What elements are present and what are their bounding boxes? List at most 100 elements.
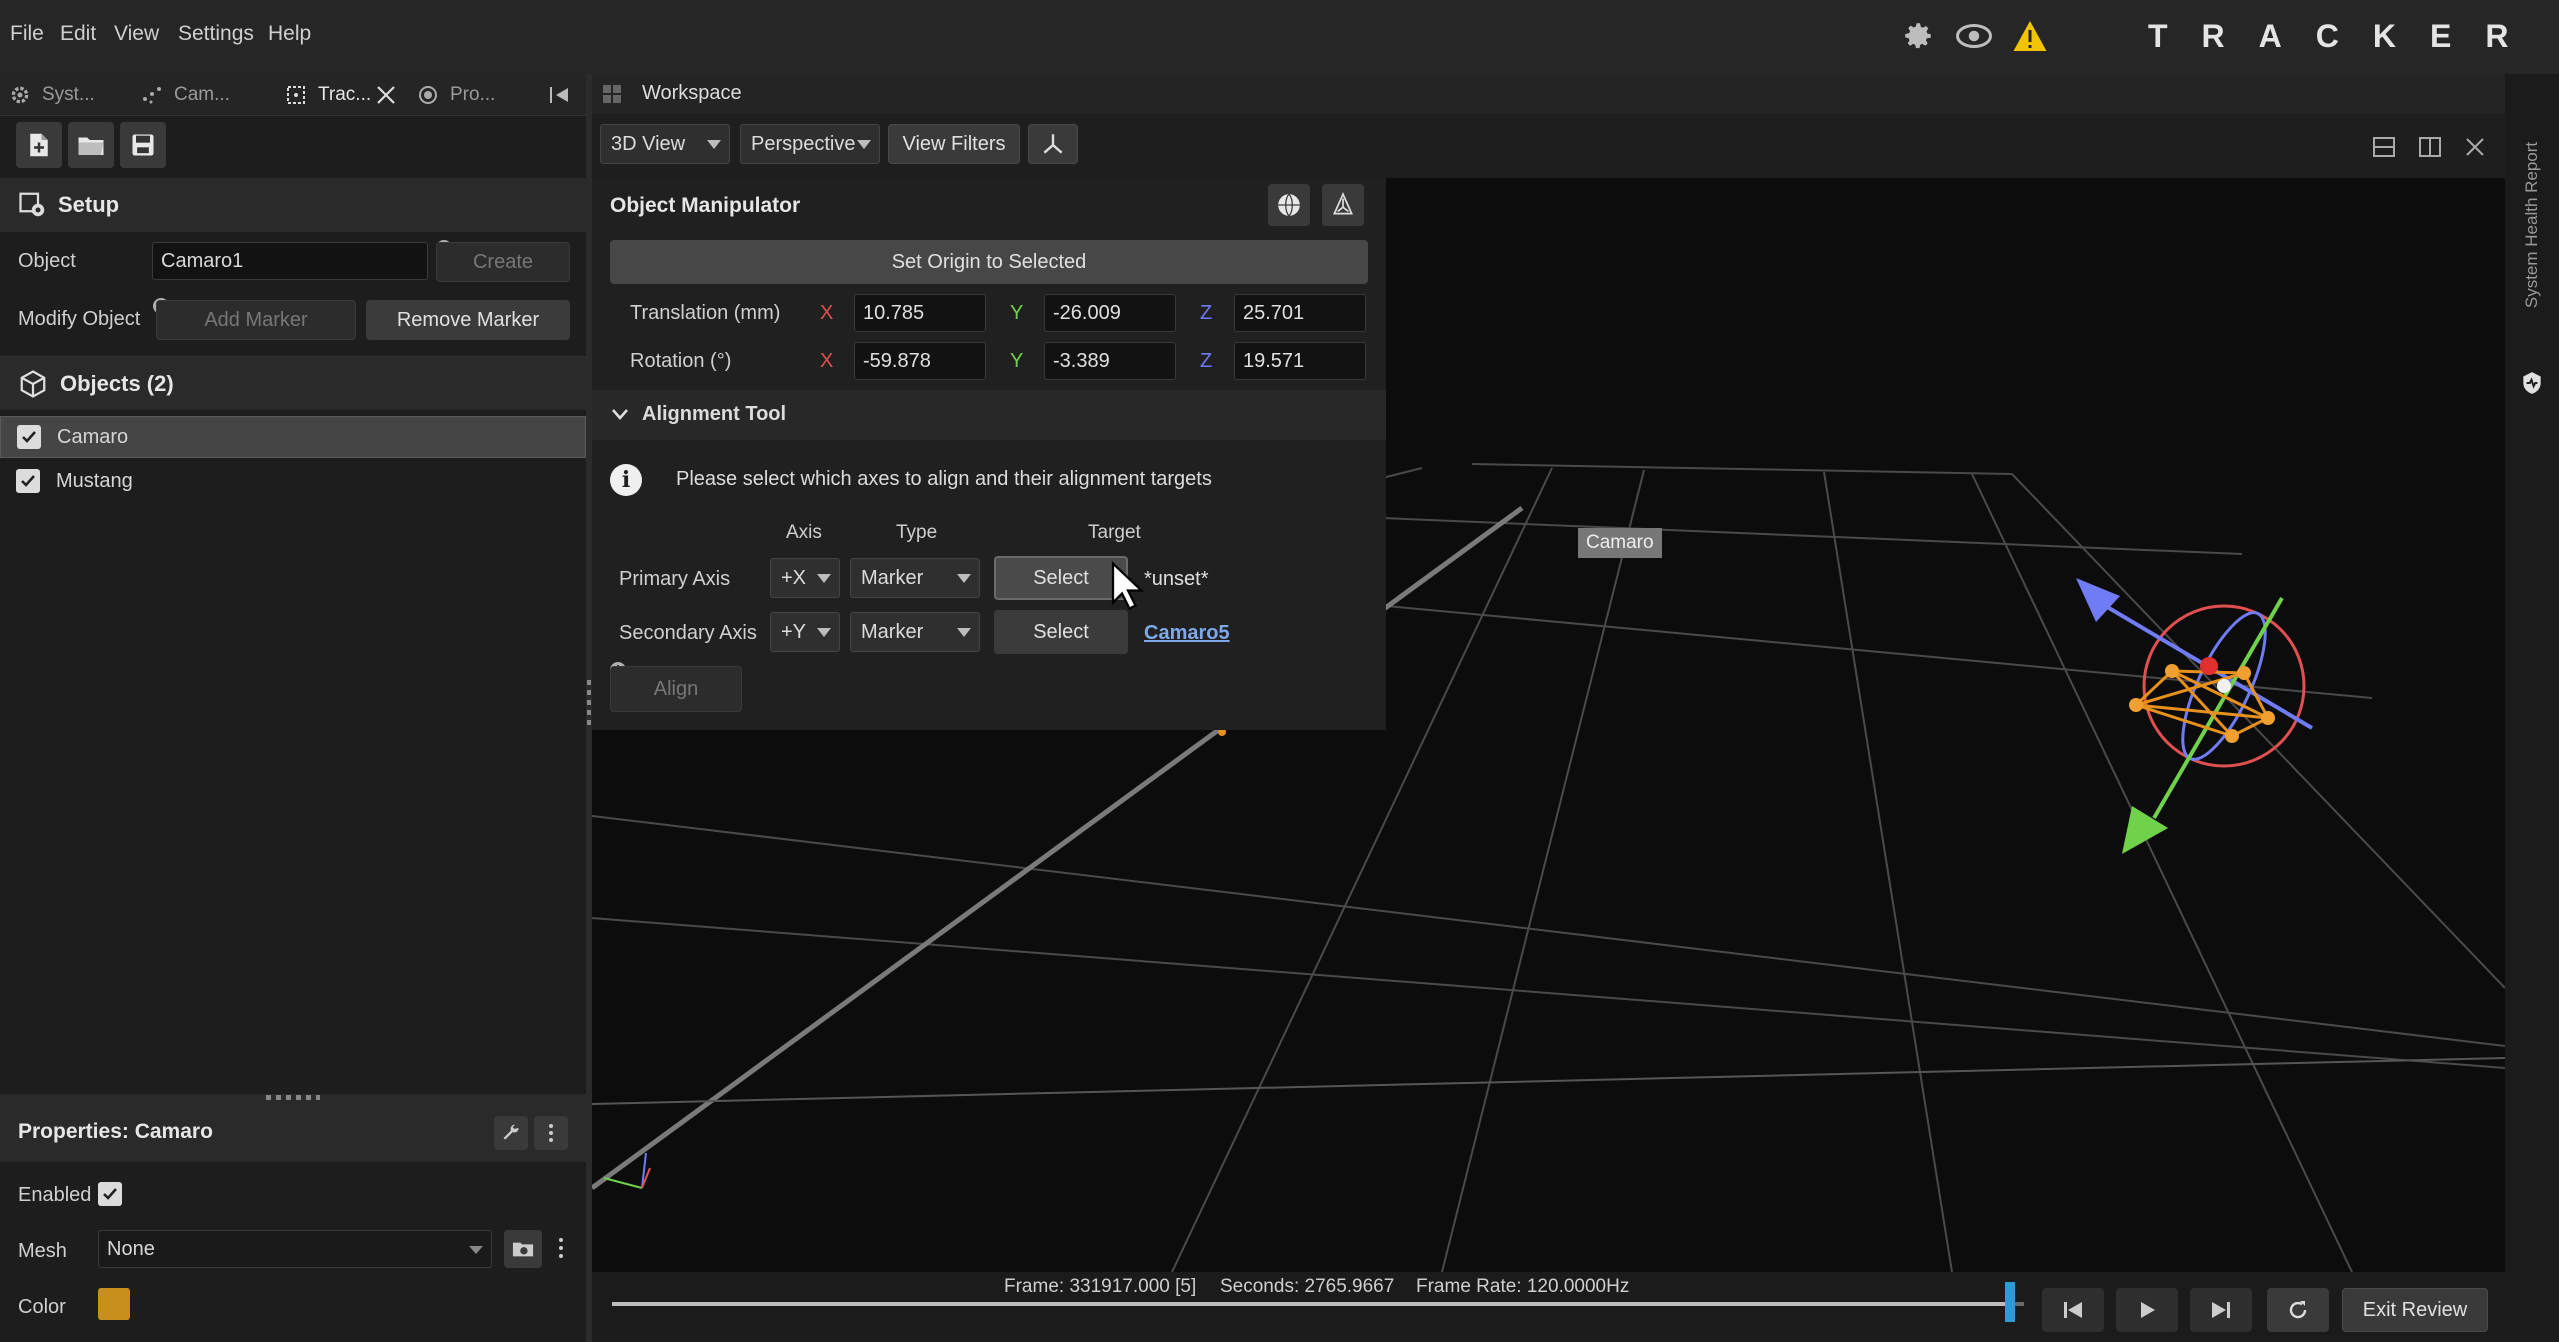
axis-x-label: X <box>820 350 834 372</box>
timeline-track[interactable] <box>612 1302 2024 1306</box>
mesh-select[interactable]: None <box>98 1230 492 1268</box>
tab-probe[interactable]: Pro... <box>416 74 526 116</box>
view-filters-button[interactable]: View Filters <box>888 124 1020 164</box>
object-list-label: Camaro <box>57 425 129 448</box>
3d-viewport[interactable]: Camaro Object Manipulator Set Origin to … <box>592 178 2505 1272</box>
skip-end-icon[interactable] <box>2190 1288 2252 1332</box>
objects-header: Objects (2) <box>0 356 586 410</box>
secondary-target-link[interactable]: Camaro5 <box>1144 622 1230 645</box>
tab-label: Syst... <box>42 84 95 105</box>
globe-icon[interactable] <box>1268 184 1310 226</box>
menu-settings[interactable]: Settings <box>178 22 254 46</box>
panel-splitter[interactable] <box>0 1094 586 1102</box>
add-marker-button[interactable]: Add Marker <box>156 300 356 340</box>
record-icon <box>416 83 440 107</box>
more-options-icon[interactable] <box>534 1116 568 1150</box>
setup-title: Setup <box>58 192 120 217</box>
browse-mesh-button[interactable] <box>504 1230 542 1268</box>
wrench-icon[interactable] <box>494 1116 528 1150</box>
axis-z-label: Z <box>1200 302 1213 324</box>
left-panel: Syst... Cam... Trac... Pro... Setup Obje… <box>0 74 586 1342</box>
axes-icon[interactable] <box>1028 124 1078 164</box>
primary-target-value: *unset* <box>1144 568 1209 590</box>
skip-start-icon[interactable] <box>2042 1288 2104 1332</box>
mesh-label: Mesh <box>18 1240 67 1262</box>
chevron-down-icon <box>610 404 630 424</box>
menu-help[interactable]: Help <box>268 22 311 46</box>
tab-system[interactable]: Syst... <box>8 74 136 116</box>
play-icon[interactable] <box>2116 1288 2178 1332</box>
create-button[interactable]: Create <box>436 242 570 282</box>
axis-y-label: Y <box>1010 350 1024 372</box>
local-axes-icon[interactable] <box>1322 184 1364 226</box>
object-manipulator-panel: Object Manipulator Set Origin to Selecte… <box>592 178 1386 730</box>
split-vertical-icon[interactable] <box>2418 136 2442 158</box>
checkbox-mustang[interactable] <box>16 469 40 493</box>
align-button[interactable]: Align <box>610 666 742 712</box>
projection-select[interactable]: Perspective <box>740 124 880 164</box>
translation-x-field[interactable]: 10.785 <box>854 294 986 332</box>
alignment-tool-header[interactable]: Alignment Tool <box>592 390 1386 440</box>
gear-icon <box>8 83 32 107</box>
split-horizontal-icon[interactable] <box>2372 136 2396 158</box>
rotation-y-field[interactable]: -3.389 <box>1044 342 1176 380</box>
tab-cameras[interactable]: Cam... <box>140 74 270 116</box>
chevron-down-icon <box>469 1246 483 1254</box>
object-name-field[interactable]: Camaro1 <box>152 242 428 280</box>
color-swatch[interactable] <box>98 1288 130 1320</box>
remove-marker-button[interactable]: Remove Marker <box>366 300 570 340</box>
secondary-type-value: Marker <box>861 620 924 643</box>
chevron-down-icon <box>817 574 831 583</box>
eye-icon[interactable] <box>1952 14 1996 58</box>
color-label: Color <box>18 1296 66 1318</box>
tab-label: Pro... <box>450 84 496 105</box>
new-file-button[interactable] <box>16 122 62 168</box>
enabled-label: Enabled <box>18 1184 92 1206</box>
primary-select-button[interactable]: Select <box>994 556 1128 600</box>
workspace-tab[interactable]: Workspace <box>642 82 742 105</box>
translation-z-field[interactable]: 25.701 <box>1234 294 1366 332</box>
tab-label: Cam... <box>174 84 230 105</box>
save-button[interactable] <box>120 122 166 168</box>
enabled-checkbox[interactable] <box>98 1182 122 1206</box>
health-report-icon[interactable] <box>2519 370 2545 396</box>
menu-view[interactable]: View <box>114 22 159 46</box>
set-origin-button[interactable]: Set Origin to Selected <box>610 240 1368 284</box>
checkbox-camaro[interactable] <box>17 425 41 449</box>
menu-file[interactable]: File <box>10 22 44 46</box>
exit-review-button[interactable]: Exit Review <box>2342 1288 2488 1332</box>
loop-icon[interactable] <box>2267 1288 2329 1332</box>
cube-icon <box>18 369 48 399</box>
alignment-info-text: Please select which axes to align and th… <box>676 468 1212 490</box>
close-icon[interactable] <box>374 83 398 107</box>
gear-icon[interactable] <box>1896 14 1940 58</box>
secondary-type-select[interactable]: Marker <box>850 612 980 652</box>
rotation-z-field[interactable]: 19.571 <box>1234 342 1366 380</box>
view-mode-select[interactable]: 3D View <box>600 124 730 164</box>
secondary-axis-select[interactable]: +Y <box>770 612 840 652</box>
more-options-icon[interactable] <box>558 1236 566 1262</box>
system-health-report-label: System Health Report <box>2522 141 2542 309</box>
system-health-report-tab[interactable]: System Health Report <box>2507 90 2557 360</box>
object-list-item-camaro[interactable]: Camaro <box>0 416 586 458</box>
open-folder-button[interactable] <box>68 122 114 168</box>
translation-y-field[interactable]: -26.009 <box>1044 294 1176 332</box>
secondary-axis-value: +Y <box>781 620 807 643</box>
splitter-handle[interactable] <box>266 1095 320 1100</box>
frame-rate-readout: Frame Rate: 120.0000Hz <box>1416 1276 1630 1297</box>
collapse-panel-icon[interactable] <box>546 83 574 107</box>
workspace-toolbar: 3D View Perspective View Filters <box>592 114 2505 178</box>
camera-dots-icon <box>140 83 164 107</box>
primary-type-select[interactable]: Marker <box>850 558 980 598</box>
secondary-select-button[interactable]: Select <box>994 610 1128 654</box>
primary-axis-select[interactable]: +X <box>770 558 840 598</box>
setup-header: Setup <box>0 178 586 232</box>
rotation-x-field[interactable]: -59.878 <box>854 342 986 380</box>
menu-edit[interactable]: Edit <box>60 22 96 46</box>
object-list-item-mustang[interactable]: Mustang <box>0 460 586 502</box>
timeline-handle[interactable] <box>2004 1282 2015 1322</box>
mesh-value: None <box>107 1238 155 1260</box>
splitter-handle[interactable] <box>587 680 591 730</box>
close-icon[interactable] <box>2464 136 2486 158</box>
warning-icon[interactable] <box>2008 14 2052 58</box>
